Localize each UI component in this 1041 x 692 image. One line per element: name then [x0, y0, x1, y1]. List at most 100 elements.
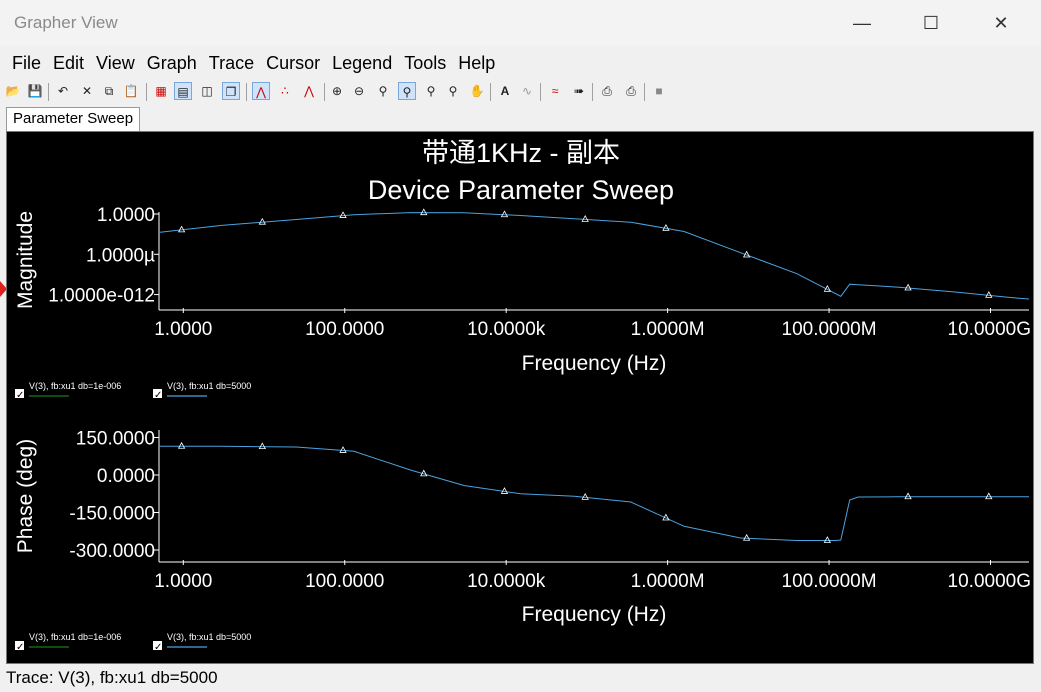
tab-parameter-sweep[interactable]: Parameter Sweep: [6, 107, 141, 132]
menu-cursor[interactable]: Cursor: [260, 50, 326, 76]
data-point-marker: [985, 492, 993, 500]
menu-bar: File Edit View Graph Trace Cursor Legend Tools H…: [0, 50, 1041, 76]
x-tick-label: 10.0000k: [467, 319, 546, 340]
y-tick-label: -150.0000: [69, 504, 155, 525]
magnitude-legend: ✓ V(3), fb:xu1 db=1e-006 ✓ V(3), fb:xu1 …: [15, 381, 251, 401]
cursors-icon[interactable]: ◫: [198, 82, 216, 100]
zoom-x-icon[interactable]: ⚲: [422, 82, 440, 100]
data-point-marker: [258, 217, 266, 225]
print-icon[interactable]: ⎙: [598, 82, 616, 100]
menu-edit[interactable]: Edit: [47, 50, 90, 76]
legend-check-icon: ✓: [154, 642, 162, 653]
phase-series-line: [159, 445, 1029, 541]
data-point-marker: [581, 493, 589, 500]
x-tick-label: 100.0000: [305, 319, 384, 340]
legend-entry-2: V(3), fb:xu1 db=5000: [167, 381, 251, 391]
toolbar-separator: [490, 83, 491, 101]
x-tick-label: 100.0000M: [782, 571, 877, 592]
data-point-marker: [823, 536, 832, 543]
menu-legend[interactable]: Legend: [326, 50, 398, 76]
legend-icon[interactable]: ▤: [174, 82, 192, 100]
dots-icon[interactable]: ∴: [276, 82, 294, 100]
status-text: Trace: V(3), fb:xu1 db=5000: [6, 668, 218, 687]
annotate-icon[interactable]: ∿: [518, 82, 536, 100]
data-point-marker: [904, 283, 912, 291]
data-point-marker: [339, 446, 347, 453]
toolbar-separator: [540, 83, 541, 101]
menu-help[interactable]: Help: [452, 50, 501, 76]
toolbar-separator: [48, 83, 49, 101]
open-icon[interactable]: 📂: [4, 82, 22, 100]
zoom-out-icon[interactable]: ⊖: [350, 82, 368, 100]
data-point-marker: [742, 533, 751, 541]
paste-icon[interactable]: 📋: [122, 82, 140, 100]
data-point-marker: [581, 215, 589, 222]
data-point-marker: [177, 441, 186, 449]
menu-view[interactable]: View: [90, 50, 141, 76]
data-point-marker: [985, 291, 993, 298]
line-icon[interactable]: ⋀: [252, 82, 270, 100]
toolbar-separator: [592, 83, 593, 101]
window-title: Grapher View: [14, 13, 118, 32]
data-point-marker: [420, 208, 428, 216]
magnitude-y-label: Magnitude: [14, 211, 37, 309]
zoom-y-icon[interactable]: ⚲: [444, 82, 462, 100]
magnitude-x-label: Frequency (Hz): [522, 352, 667, 375]
copy-icon[interactable]: ⧉: [100, 82, 118, 100]
stop-icon[interactable]: ■: [650, 82, 668, 100]
toolbar-separator: [246, 83, 247, 101]
y-tick-label: 0.0000: [97, 466, 155, 487]
zoom-in-icon[interactable]: ⊕: [328, 82, 346, 100]
save-icon[interactable]: 💾: [26, 82, 44, 100]
line-dots-icon[interactable]: ⋀: [300, 82, 318, 100]
legend-entry-1: V(3), fb:xu1 db=1e-006: [29, 632, 121, 642]
zoom-area-icon[interactable]: ⚲: [398, 82, 416, 100]
y-tick-label: 150.0000: [76, 429, 155, 450]
title-bar: Grapher View — ☐ ✕: [0, 0, 1041, 46]
phase-y-label: Phase (deg): [14, 439, 37, 553]
toolbar-separator: [644, 83, 645, 101]
data-point-marker: [339, 211, 347, 218]
data-point-marker: [904, 492, 912, 500]
magnitude-x-ticks: 1.0000 100.0000 10.0000k 1.0000M 100.0000M 10…: [154, 308, 1031, 340]
cut-icon[interactable]: ✕: [78, 82, 96, 100]
maximize-icon[interactable]: ☐: [908, 8, 954, 38]
x-tick-label: 1.0000M: [631, 571, 705, 592]
text-icon[interactable]: A: [496, 82, 514, 100]
chart-title: 带通1KHz - 副本: [422, 138, 620, 168]
menu-trace[interactable]: Trace: [203, 50, 260, 76]
phase-x-label: Frequency (Hz): [522, 603, 667, 626]
plot-area[interactable]: 带通1KHz - 副本 Device Parameter Sweep Magni…: [6, 131, 1034, 664]
x-tick-label: 1.0000: [154, 319, 212, 340]
minimize-icon[interactable]: —: [839, 8, 885, 38]
zoom-fit-icon[interactable]: ⚲: [374, 82, 392, 100]
overlay-icon[interactable]: ❐: [222, 82, 240, 100]
magnitude-y-ticks: 1.0000e-012 1.0000µ 1.0000: [48, 205, 159, 307]
export-icon[interactable]: ➠: [570, 82, 588, 100]
phase-x-ticks: 1.0000 100.0000 10.0000k 1.0000M 100.0000M 10…: [154, 560, 1031, 592]
y-tick-label: 1.0000: [97, 205, 155, 226]
grid-icon[interactable]: ▦: [152, 82, 170, 100]
menu-tools[interactable]: Tools: [398, 50, 452, 76]
magnitude-series-line: [158, 212, 1030, 300]
x-tick-label: 1.0000: [154, 571, 212, 592]
status-bar: Trace: V(3), fb:xu1 db=5000: [0, 664, 1041, 690]
print-preview-icon[interactable]: ⎙: [622, 82, 640, 100]
x-tick-label: 10.0000G: [948, 319, 1031, 340]
data-point-marker: [258, 442, 266, 450]
menu-file[interactable]: File: [6, 50, 47, 76]
toolbar: 📂 💾 ↶ ✕ ⧉ 📋 ▦ ▤ ◫ ❐ ⋀ ∴ ⋀ ⊕ ⊖ ⚲ ⚲ ⚲ ⚲ ✋ …: [2, 80, 1039, 104]
menu-graph[interactable]: Graph: [141, 50, 203, 76]
x-tick-label: 10.0000G: [948, 571, 1031, 592]
phase-series-markers: [177, 441, 993, 543]
magnitude-series-markers: [177, 208, 993, 298]
legend-entry-1: V(3), fb:xu1 db=1e-006: [29, 381, 121, 391]
chart-subtitle: Device Parameter Sweep: [368, 175, 674, 205]
pan-icon[interactable]: ✋: [468, 82, 486, 100]
y-tick-label: 1.0000µ: [86, 245, 155, 266]
trace-icon[interactable]: ≈: [546, 82, 564, 100]
legend-check-icon: ✓: [16, 642, 24, 653]
chart-svg: 带通1KHz - 副本 Device Parameter Sweep Magni…: [14, 138, 1031, 653]
close-icon[interactable]: ✕: [978, 8, 1024, 38]
undo-icon[interactable]: ↶: [54, 82, 72, 100]
